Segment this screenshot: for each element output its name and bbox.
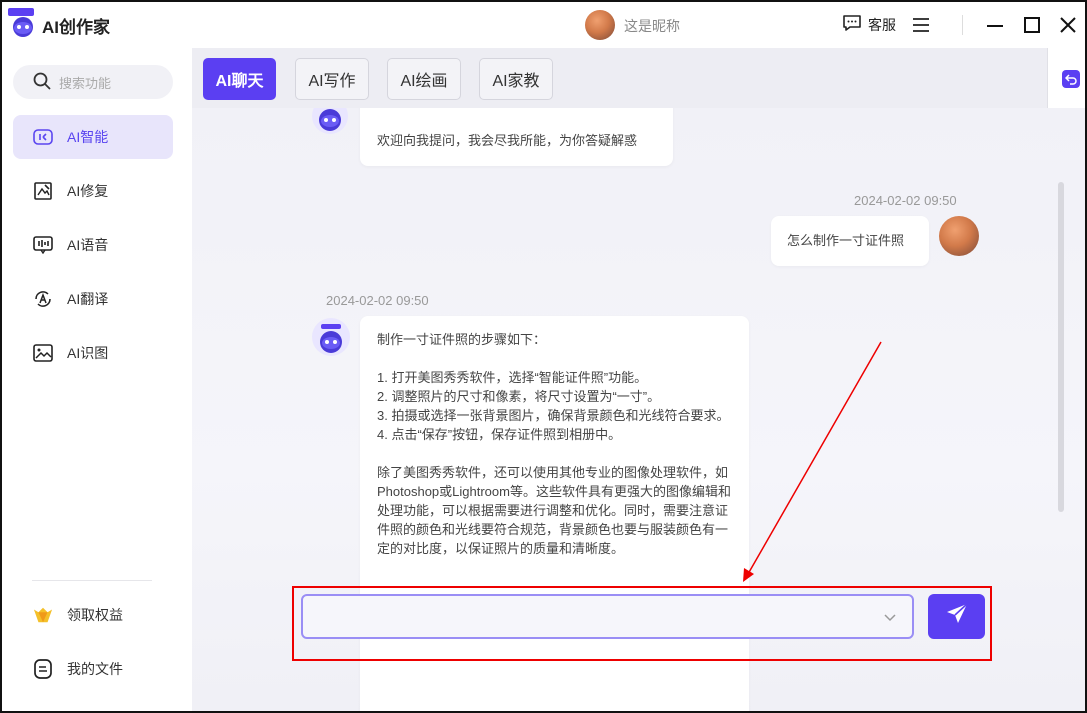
tab-bar: AI聊天 AI写作 AI绘画 AI家教 — [192, 48, 1085, 108]
chat-bubble-icon — [842, 14, 862, 35]
sidebar-divider — [32, 580, 152, 581]
search-input[interactable]: 搜索功能 — [13, 65, 173, 99]
image-recognition-icon — [33, 343, 53, 363]
sidebar: 搜索功能 AI智能 AI修复 AI语音 AI翻译 AI识图 领取权益 我的文件 — [2, 48, 192, 711]
annotation-highlight-box — [292, 586, 992, 661]
tab-ai-writing[interactable]: AI写作 — [295, 58, 369, 100]
sidebar-item-my-files[interactable]: 我的文件 — [13, 647, 173, 691]
user-message-avatar — [939, 216, 979, 256]
app-logo-icon — [8, 8, 36, 38]
user-message-text: 怎么制作一寸证件照 — [787, 233, 905, 248]
translate-icon — [33, 289, 53, 309]
answer-line: 3. 拍摄或选择一张背景图片，确保背景颜色和光线符合要求。 — [377, 408, 730, 423]
bot-avatar — [312, 318, 350, 356]
sidebar-item-ai-translate[interactable]: AI翻译 — [13, 277, 173, 321]
greeting-text: 欢迎向我提问，我会尽我所能，为你答疑解惑 — [377, 133, 638, 148]
greeting-top-clipped — [377, 110, 655, 128]
answer-line: 2. 调整照片的尺寸和像素，将尺寸设置为“一寸”。 — [377, 389, 661, 404]
title-separator — [962, 15, 963, 35]
sidebar-item-label: 领取权益 — [67, 607, 123, 623]
message-timestamp: 2024-02-02 09:50 — [854, 193, 957, 208]
sidebar-item-label: AI修复 — [67, 183, 109, 199]
sidebar-item-label: AI语音 — [67, 237, 109, 253]
answer-blank-line — [377, 444, 731, 463]
maximize-icon[interactable] — [1021, 14, 1043, 36]
back-button[interactable] — [1047, 48, 1085, 108]
minimize-icon[interactable] — [984, 14, 1006, 36]
search-icon — [33, 72, 51, 93]
customer-service-button[interactable]: 客服 — [842, 14, 896, 35]
sidebar-item-label: AI识图 — [67, 345, 109, 361]
answer-line: 制作一寸证件照的步骤如下： — [377, 332, 547, 347]
customer-service-label: 客服 — [868, 16, 896, 33]
menu-icon[interactable] — [910, 14, 932, 36]
sidebar-item-ai-repair[interactable]: AI修复 — [13, 169, 173, 213]
bot-avatar — [312, 108, 348, 134]
user-avatar[interactable] — [585, 10, 615, 40]
image-repair-icon — [33, 181, 53, 201]
tab-ai-tutor[interactable]: AI家教 — [479, 58, 553, 100]
user-message: 怎么制作一寸证件照 — [771, 216, 929, 266]
answer-line: 4. 点击“保存”按钮，保存证件照到相册中。 — [377, 427, 622, 442]
tab-ai-chat[interactable]: AI聊天 — [203, 58, 276, 100]
sidebar-item-ai-image-recognition[interactable]: AI识图 — [13, 331, 173, 375]
sidebar-item-label: AI翻译 — [67, 291, 109, 307]
file-icon — [33, 659, 53, 679]
app-title: AI创作家 — [42, 18, 110, 37]
sidebar-item-label: AI智能 — [67, 129, 109, 145]
sidebar-item-ai-voice[interactable]: AI语音 — [13, 223, 173, 267]
user-nickname[interactable]: 这是昵称 — [624, 16, 680, 36]
sidebar-item-label: 我的文件 — [67, 661, 123, 677]
message-timestamp: 2024-02-02 09:50 — [326, 293, 429, 308]
title-bar: AI创作家 这是昵称 客服 — [2, 2, 1085, 48]
voice-icon — [33, 235, 53, 255]
ai-chat-icon — [33, 127, 53, 147]
answer-blank-line — [377, 349, 731, 368]
app-window: AI创作家 这是昵称 客服 搜索功能 AI智能 AI修复 AI语音 AI翻译 A… — [0, 0, 1087, 713]
return-icon — [1062, 70, 1080, 88]
crown-icon — [33, 605, 53, 625]
tab-ai-painting[interactable]: AI绘画 — [387, 58, 461, 100]
bot-message-greeting: 欢迎向我提问，我会尽我所能，为你答疑解惑 — [360, 108, 673, 166]
answer-line: 1. 打开美图秀秀软件，选择“智能证件照”功能。 — [377, 370, 648, 385]
sidebar-item-ai-smart[interactable]: AI智能 — [13, 115, 173, 159]
answer-line: 除了美图秀秀软件，还可以使用其他专业的图像处理软件，如Photoshop或Lig… — [377, 465, 731, 556]
sidebar-item-claim-benefits[interactable]: 领取权益 — [13, 593, 173, 637]
search-placeholder: 搜索功能 — [59, 75, 112, 91]
close-icon[interactable] — [1057, 14, 1079, 36]
chat-scrollbar[interactable] — [1058, 182, 1064, 512]
